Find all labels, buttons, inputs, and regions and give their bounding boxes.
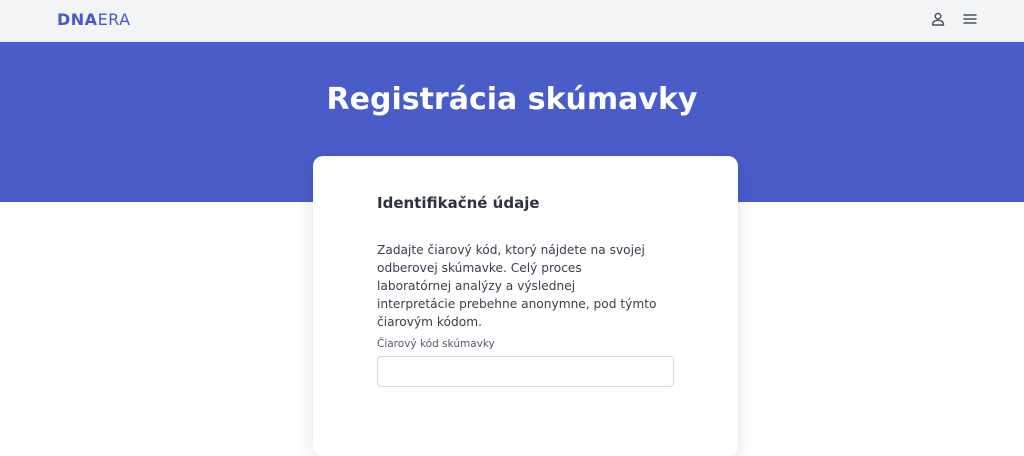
card-heading: Identifikačné údaje — [377, 194, 540, 212]
logo-light: ERA — [97, 10, 131, 29]
top-bar: DNAERA — [0, 0, 1024, 42]
top-icons — [930, 11, 978, 27]
barcode-label: Čiarový kód skúmavky — [377, 338, 495, 350]
page-title: Registrácia skúmavky — [326, 82, 698, 117]
barcode-input[interactable] — [377, 356, 674, 387]
menu-icon[interactable] — [962, 11, 978, 27]
user-icon[interactable] — [930, 11, 946, 27]
card-description: Zadajte čiarový kód, ktorý nájdete na sv… — [377, 243, 657, 329]
logo-bold: DNA — [57, 10, 98, 29]
logo[interactable]: DNAERA — [57, 10, 131, 30]
registration-card: Identifikačné údaje Zadajte čiarový kód,… — [313, 156, 738, 456]
